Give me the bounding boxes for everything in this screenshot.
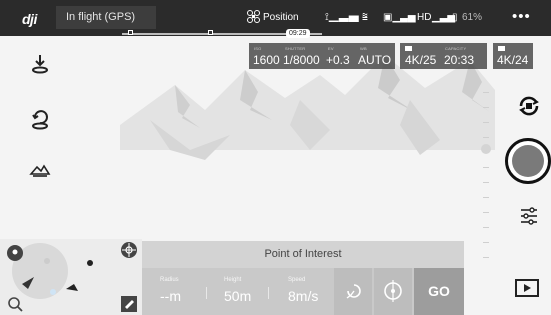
top-status-bar: dji In flight (GPS) Position ⟟▁▃▅ ⩰ ▣▁▃▅… (0, 0, 551, 36)
divider (206, 287, 207, 299)
ruler-tick (483, 242, 489, 243)
drone-icon (247, 10, 260, 23)
vision-icon[interactable]: ⩰ (362, 12, 368, 23)
ruler-tick (483, 227, 489, 228)
intelligent-flight-icon[interactable] (28, 160, 52, 184)
wb-value: AUTO (358, 53, 392, 67)
shutter-value: 1/8000 (283, 53, 320, 67)
poi-header: Point of Interest (142, 241, 464, 268)
ruler-tick (483, 137, 489, 138)
height-value: 50m (224, 288, 252, 304)
sd-format: 4K/24 (497, 53, 529, 67)
orbit-direction-button[interactable] (334, 268, 372, 315)
ruler-tick (483, 257, 489, 258)
iso-label: ISO (254, 46, 262, 51)
hd-label[interactable]: HD (417, 12, 431, 23)
flight-time: 09:29 (286, 29, 310, 38)
timeline-marker (128, 30, 133, 35)
focus-ruler[interactable] (481, 92, 493, 272)
ev-value: +0.3 (326, 53, 350, 67)
height-label: Height (224, 277, 242, 283)
poi-title: Point of Interest (264, 248, 342, 260)
ruler-tick (483, 92, 489, 93)
map-recenter-icon[interactable] (120, 241, 138, 259)
shutter-button[interactable] (505, 138, 551, 184)
battery-percent[interactable]: 61% (462, 12, 482, 23)
ruler-tick (483, 212, 489, 213)
heading-icon (384, 280, 402, 302)
takeoff-icon[interactable] (28, 52, 52, 76)
return-home-icon[interactable] (28, 107, 52, 131)
ruler-tick (483, 122, 489, 123)
gps-signal-icon[interactable]: ⟟▁▃▅ (325, 12, 359, 23)
flight-status-text[interactable]: In flight (GPS) (66, 11, 135, 23)
speed-label: Speed (288, 277, 306, 283)
zoom-icon[interactable] (6, 295, 24, 313)
storage-panel[interactable]: 4K/25 CAPACITY 20:33 (400, 43, 487, 69)
sliders-icon[interactable] (519, 206, 539, 226)
play-icon[interactable] (514, 278, 540, 298)
radius-label: Radius (160, 277, 179, 283)
ruler-tick (483, 167, 489, 168)
capacity-label: CAPACITY (445, 46, 467, 51)
ruler-tick (483, 107, 489, 108)
divider (268, 287, 269, 299)
more-menu-button[interactable]: ••• (512, 8, 531, 25)
video-icon (405, 46, 412, 51)
camera-switch-icon[interactable] (517, 94, 541, 118)
radius-param[interactable]: Radius --m (160, 268, 208, 315)
sd-card-icon (498, 46, 505, 51)
sd-panel[interactable]: 4K/24 (493, 43, 533, 69)
rc-signal-icon[interactable]: ▣▁▃▅ (383, 12, 416, 23)
radius-value: --m (160, 288, 181, 304)
video-format: 4K/25 (405, 53, 437, 67)
dji-logo[interactable]: dji (22, 11, 37, 27)
eraser-icon[interactable] (120, 295, 138, 313)
speed-value: 8m/s (288, 288, 319, 304)
flight-mode-label[interactable]: Position (263, 12, 299, 23)
ruler-handle[interactable] (481, 144, 491, 154)
go-button[interactable]: GO (414, 268, 464, 315)
camera-exposure-panel[interactable]: ISO 1600 SHUTTER 1/8000 EV +0.3 WB AUTO (249, 43, 395, 69)
map-location-icon[interactable] (6, 244, 24, 262)
iso-value: 1600 (253, 53, 280, 67)
mini-map[interactable] (0, 239, 142, 315)
speed-param[interactable]: Speed 8m/s (288, 268, 336, 315)
ev-label: EV (328, 46, 334, 51)
timeline-marker (208, 30, 213, 35)
ruler-tick (483, 182, 489, 183)
wb-label: WB (360, 46, 367, 51)
battery-icon[interactable]: ▯ (452, 12, 458, 23)
poi-panel: Point of Interest Radius --m Height 50m … (142, 241, 464, 315)
shutter-label: SHUTTER (285, 46, 306, 51)
height-param[interactable]: Height 50m (224, 268, 272, 315)
poi-controls: Radius --m Height 50m Speed 8m/s GO (142, 268, 464, 315)
ruler-tick (483, 197, 489, 198)
capacity-value: 20:33 (444, 53, 475, 67)
shutter-inner (512, 145, 544, 177)
rotate-left-icon (346, 284, 361, 299)
heading-button[interactable] (374, 268, 412, 315)
